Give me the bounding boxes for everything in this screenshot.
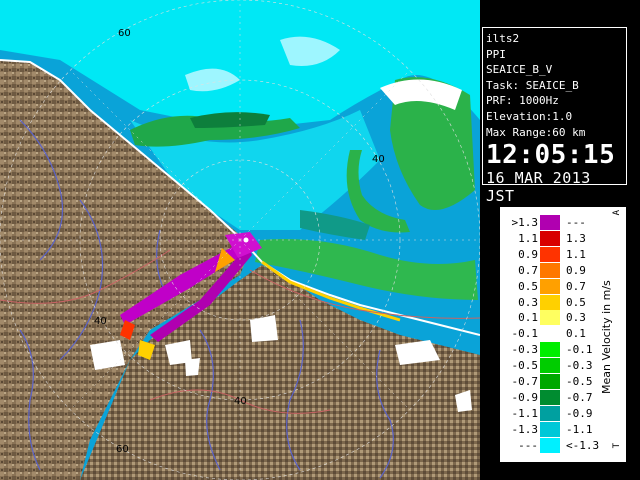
- legend-low-value: 0.9: [518, 247, 538, 261]
- legend-high-value: -0.5: [566, 375, 593, 388]
- legend-high-value: 0.7: [566, 279, 586, 293]
- site-name: ilts2: [486, 32, 520, 45]
- legend-color-swatch: [540, 262, 560, 278]
- legend-low-value: 0.7: [518, 263, 538, 277]
- legend-low-value: -0.5: [511, 359, 539, 373]
- legend-high-value: 0.1: [566, 327, 586, 341]
- range-label-west-40: 40: [94, 316, 107, 327]
- legend-row: -1.3 -1.1: [500, 421, 600, 437]
- legend-low-value: -0.3: [511, 343, 539, 357]
- legend-row: --- <-1.3: [500, 437, 600, 453]
- radar-site-marker: [243, 237, 249, 243]
- legend-low-value: >1.3: [511, 216, 539, 229]
- legend-row: -1.1 -0.9: [500, 405, 600, 421]
- range-label-south-40: 40: [234, 396, 247, 407]
- legend-mark-bottom: T: [612, 443, 622, 449]
- velocity-color-legend: >1.3 --- 1.1 1.3 0.9 1.1 0.7 0.9 0.5 0.7 0.3 0.5 0.1…: [499, 206, 627, 463]
- legend-color-swatch: [540, 358, 560, 374]
- info-panel: ilts2 PPI SEAICE_B_V Task: SEAICE_B PRF:…: [482, 27, 627, 205]
- legend-low-value: -0.1: [511, 327, 539, 341]
- product-type: PPI: [486, 47, 506, 61]
- legend-low-value: 0.3: [518, 295, 538, 309]
- legend-high-value: -0.1: [566, 343, 593, 357]
- range-label-south-60: 60: [116, 444, 129, 455]
- legend-row: >1.3 ---: [500, 215, 600, 230]
- legend-color-swatch: [540, 215, 560, 230]
- legend-color-swatch: [540, 246, 560, 262]
- legend-row: 0.9 1.1: [500, 246, 600, 262]
- legend-row: -0.5 -0.3: [500, 358, 600, 374]
- legend-row: 0.1 0.3: [500, 310, 600, 326]
- legend-row: 0.3 0.5: [500, 294, 600, 310]
- legend-high-value: 0.9: [566, 263, 586, 277]
- legend-color-swatch: [540, 421, 560, 437]
- legend-mark-top: A: [612, 210, 622, 216]
- scan-time: 12:05:15: [486, 140, 616, 171]
- legend-row: 0.5 0.7: [500, 278, 600, 294]
- legend-low-value: -0.7: [511, 375, 539, 388]
- legend-color-swatch: [540, 342, 560, 358]
- legend-low-value: ---: [518, 438, 538, 452]
- legend-row: -0.1 0.1: [500, 326, 600, 342]
- elevation-value: Elevation:1.0: [486, 109, 573, 123]
- legend-high-value: -0.9: [566, 406, 593, 420]
- legend-color-swatch: [540, 278, 560, 294]
- legend-low-value: 1.1: [518, 231, 538, 245]
- legend-high-value: <-1.3: [566, 438, 600, 452]
- legend-high-value: 1.3: [566, 231, 586, 245]
- legend-high-value: 0.5: [566, 295, 586, 309]
- legend-color-swatch: [540, 310, 560, 326]
- legend-high-value: -0.7: [566, 390, 593, 404]
- legend-color-swatch: [540, 230, 560, 246]
- legend-row: 0.7 0.9: [500, 262, 600, 278]
- legend-color-swatch: [540, 437, 560, 453]
- max-range-value: Max Range:60 km: [486, 125, 586, 139]
- legend-high-value: 0.3: [566, 311, 586, 325]
- legend-color-swatch: [540, 389, 560, 405]
- legend-color-swatch: [540, 294, 560, 310]
- product-name: SEAICE_B_V: [486, 63, 553, 77]
- legend-high-value: -1.1: [566, 422, 593, 436]
- legend-color-swatch: [540, 374, 560, 389]
- legend-low-value: 0.5: [518, 279, 538, 293]
- task-name: Task: SEAICE_B: [486, 78, 579, 92]
- legend-high-value: -0.3: [566, 359, 593, 373]
- legend-color-swatch: [540, 326, 560, 342]
- legend-low-value: -1.3: [511, 422, 539, 436]
- scan-date: 16 MAR 2013 JST: [486, 169, 591, 206]
- legend-row: -0.9 -0.7: [500, 389, 600, 405]
- legend-row: -0.7 -0.5: [500, 374, 600, 389]
- range-label-north-60: 60: [118, 28, 131, 39]
- legend-low-value: -0.9: [511, 390, 539, 404]
- legend-high-value: 1.1: [566, 247, 586, 261]
- range-label-ne-40: 40: [372, 154, 385, 165]
- radar-ppi-map: 60 40 40 40 60: [0, 0, 480, 480]
- legend-low-value: 0.1: [518, 311, 538, 325]
- legend-title: Mean Velocity in m/s: [600, 280, 613, 394]
- legend-low-value: -1.1: [511, 406, 539, 420]
- legend-row: 1.1 1.3: [500, 230, 600, 246]
- prf-value: PRF: 1000Hz: [486, 94, 559, 108]
- legend-color-swatch: [540, 405, 560, 421]
- legend-high-value: ---: [566, 216, 586, 229]
- legend-row: -0.3 -0.1: [500, 342, 600, 358]
